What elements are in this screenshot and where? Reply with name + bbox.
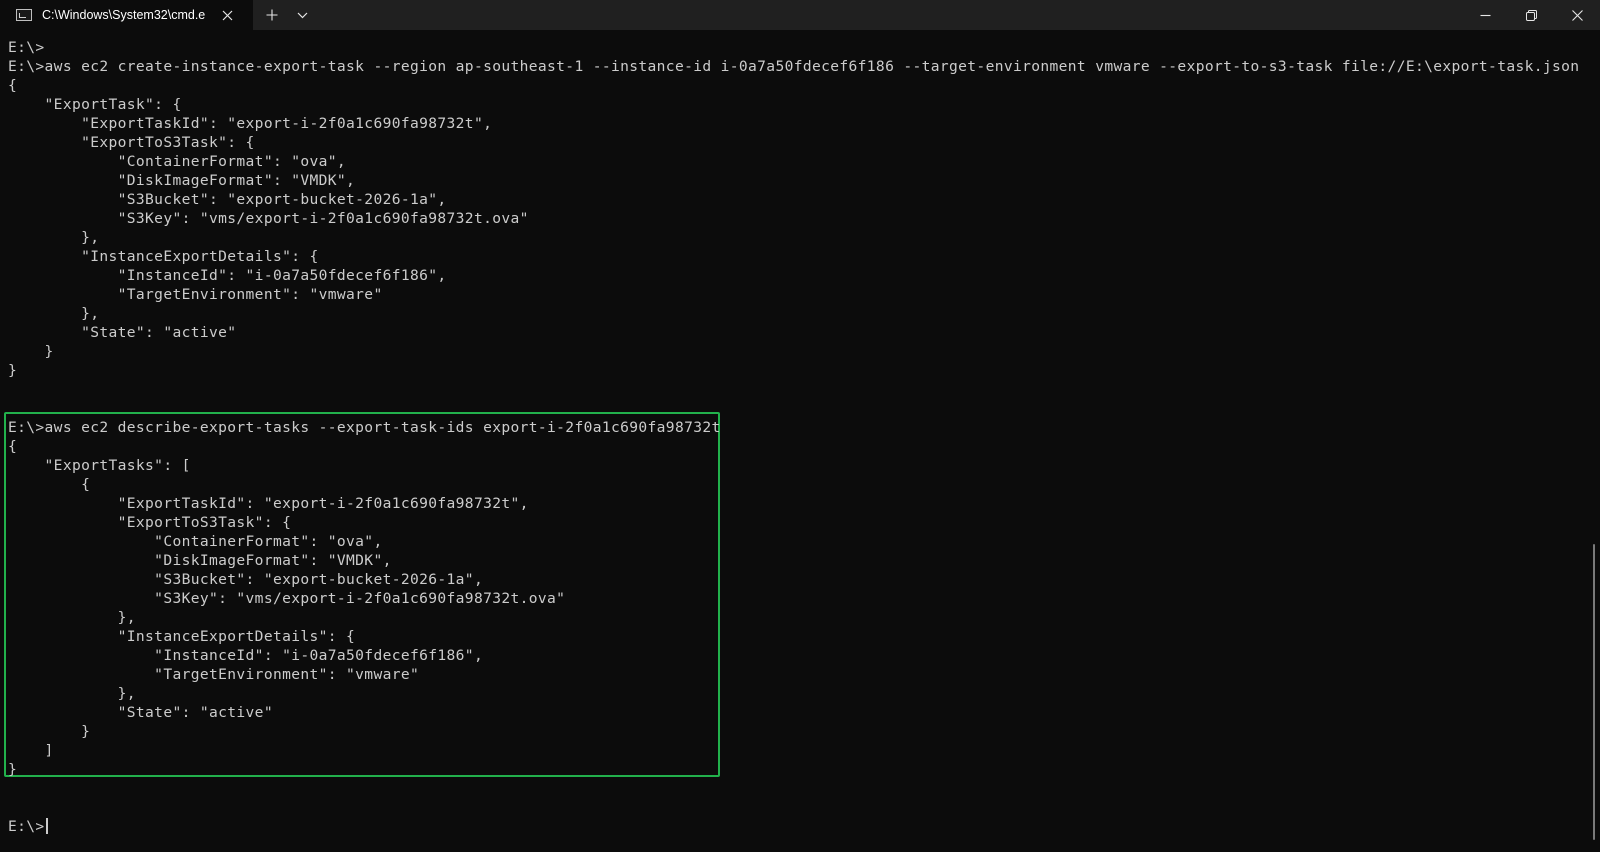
terminal-line: "S3Bucket": "export-bucket-2026-1a",	[8, 571, 484, 588]
terminal-line: "ExportTasks": [	[8, 457, 191, 474]
terminal-line: "ContainerFormat": "ova",	[8, 153, 347, 170]
terminal-line: E:\>aws ec2 create-instance-export-task …	[8, 58, 1580, 75]
terminal-line: "InstanceExportDetails": {	[8, 628, 356, 645]
terminal-line: E:\>	[8, 39, 45, 56]
terminal-line: "State": "active"	[8, 324, 237, 341]
scroll-thumb[interactable]	[1593, 544, 1595, 840]
terminal-line: {	[8, 476, 91, 493]
terminal-line: "TargetEnvironment": "vmware"	[8, 666, 420, 683]
terminal-line: },	[8, 229, 100, 246]
terminal-window: C:\Windows\System32\cmd.e E:\> E:\>aws e…	[0, 0, 1600, 852]
terminal-line: "ExportTask": {	[8, 96, 182, 113]
terminal-line: "State": "active"	[8, 704, 273, 721]
terminal-line: "InstanceId": "i-0a7a50fdecef6f186",	[8, 267, 447, 284]
close-icon	[1571, 9, 1583, 21]
close-window-button[interactable]	[1554, 0, 1600, 30]
title-bar[interactable]: C:\Windows\System32\cmd.e	[0, 0, 1600, 30]
terminal-line: "ContainerFormat": "ova",	[8, 533, 383, 550]
tab-title: C:\Windows\System32\cmd.e	[42, 8, 206, 22]
text-cursor	[45, 818, 48, 834]
terminal-line: "ExportTaskId": "export-i-2f0a1c690fa987…	[8, 115, 493, 132]
minimize-button[interactable]	[1462, 0, 1508, 30]
terminal-line: "S3Bucket": "export-bucket-2026-1a",	[8, 191, 447, 208]
scrollbar[interactable]	[1588, 30, 1600, 852]
tab-dropdown-button[interactable]	[287, 0, 317, 30]
terminal-line: }	[8, 761, 18, 778]
plus-icon	[266, 9, 278, 21]
terminal-line: E:\>aws ec2 describe-export-tasks --expo…	[8, 419, 721, 436]
terminal-line: }	[8, 723, 91, 740]
terminal-line: "DiskImageFormat": "VMDK",	[8, 172, 356, 189]
tab-cmd[interactable]: C:\Windows\System32\cmd.e	[0, 0, 253, 30]
terminal-line: "InstanceId": "i-0a7a50fdecef6f186",	[8, 647, 484, 664]
restore-button[interactable]	[1508, 0, 1554, 30]
window-controls	[1462, 0, 1600, 30]
new-tab-button[interactable]	[257, 0, 287, 30]
terminal-line: ]	[8, 742, 54, 759]
terminal-line: {	[8, 77, 18, 94]
restore-icon	[1525, 9, 1537, 21]
terminal-line: "ExportToS3Task": {	[8, 134, 255, 151]
terminal-line: "ExportTaskId": "export-i-2f0a1c690fa987…	[8, 495, 529, 512]
terminal-line: "S3Key": "vms/export-i-2f0a1c690fa98732t…	[8, 590, 566, 607]
minimize-icon	[1480, 14, 1490, 16]
close-icon	[222, 10, 232, 20]
terminal-line: "DiskImageFormat": "VMDK",	[8, 552, 392, 569]
chevron-down-icon	[297, 12, 307, 18]
terminal-line: E:\>	[8, 817, 48, 836]
terminal-line: }	[8, 343, 54, 360]
terminal-line: },	[8, 305, 100, 322]
terminal-line: },	[8, 609, 136, 626]
terminal-line: "S3Key": "vms/export-i-2f0a1c690fa98732t…	[8, 210, 529, 227]
terminal-output[interactable]: E:\> E:\>aws ec2 create-instance-export-t…	[0, 30, 1588, 852]
terminal-line: },	[8, 685, 136, 702]
terminal-line: }	[8, 362, 18, 379]
cmd-icon	[16, 9, 32, 21]
terminal-line: "InstanceExportDetails": {	[8, 248, 319, 265]
terminal-line: {	[8, 438, 18, 455]
tab-close-button[interactable]	[217, 4, 237, 26]
terminal-line: "TargetEnvironment": "vmware"	[8, 286, 383, 303]
terminal-line: "ExportToS3Task": {	[8, 514, 292, 531]
